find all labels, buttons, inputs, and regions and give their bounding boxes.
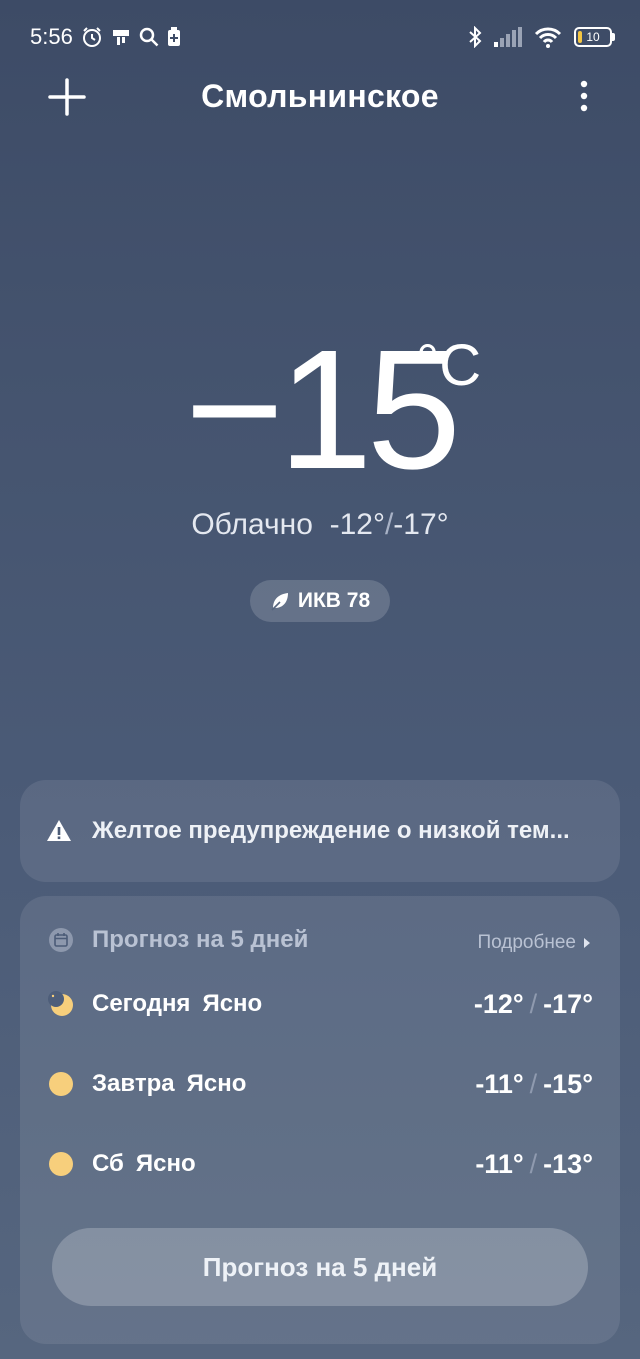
battery-saver-icon — [167, 27, 180, 46]
sun-icon — [49, 1072, 73, 1096]
wifi-icon — [534, 27, 562, 48]
forecast-day: Сб — [92, 1150, 124, 1177]
alarm-icon — [82, 27, 101, 47]
forecast-high: -12° — [473, 988, 524, 1019]
bluetooth-icon — [469, 26, 482, 48]
status-time: 5:56 — [30, 24, 73, 49]
low-temp: -17° — [393, 508, 449, 541]
forecast-row[interactable]: Сб Ясно -11° / -13° — [48, 1144, 593, 1184]
weather-alert-card[interactable]: Желтое предупреждение о низкой тем... — [20, 780, 620, 882]
forecast-high: -11° — [475, 1148, 524, 1179]
city-title: Смольнинское — [201, 78, 439, 114]
forecast-condition: Ясно — [135, 1150, 196, 1177]
forecast-condition: Ясно — [186, 1070, 247, 1097]
calendar-icon — [49, 928, 73, 952]
current-condition: Облачно -12°/-17° — [0, 508, 640, 542]
forecast-high: -11° — [475, 1068, 524, 1099]
moon-icon — [48, 991, 73, 1016]
forecast-low: -17° — [543, 988, 593, 1019]
forecast-temps: -12° / -17° — [474, 989, 593, 1020]
five-day-forecast-button[interactable]: Прогноз на 5 дней — [52, 1228, 588, 1306]
forecast-temps: -11° / -15° — [475, 1069, 593, 1100]
notification-icon — [112, 30, 129, 45]
battery-level: 10 — [586, 30, 600, 44]
forecast-card: Прогноз на 5 дней Подробнее Сегодня Ясно… — [20, 896, 620, 1344]
forecast-temps: -11° / -13° — [475, 1149, 593, 1180]
forecast-low: -13° — [543, 1148, 593, 1179]
forecast-header: Прогноз на 5 дней — [48, 926, 308, 954]
alert-text: Желтое предупреждение о низкой тем... — [92, 817, 570, 844]
forecast-row[interactable]: Завтра Ясно -11° / -15° — [48, 1064, 593, 1104]
status-bar-left: 5:56 — [30, 22, 181, 52]
more-details-link[interactable]: Подробнее — [477, 932, 592, 954]
high-temp: -12° — [329, 508, 385, 541]
forecast-condition: Ясно — [202, 990, 263, 1017]
aqi-label: ИКВ 78 — [297, 589, 371, 612]
status-bar-right: 10 — [468, 22, 615, 52]
more-options-icon[interactable] — [572, 78, 596, 118]
search-icon — [139, 27, 159, 47]
forecast-day: Сегодня — [92, 990, 191, 1017]
current-temperature-block: −15 — [0, 320, 640, 500]
leaf-icon — [271, 593, 288, 611]
forecast-row[interactable]: Сегодня Ясно -12° / -17° — [48, 984, 593, 1024]
aqi-badge[interactable]: ИКВ 78 — [250, 580, 390, 622]
forecast-title: Прогноз на 5 дней — [92, 926, 309, 953]
forecast-low: -15° — [543, 1068, 593, 1099]
condition-text: Облачно — [191, 508, 313, 541]
forecast-day: Завтра — [92, 1070, 175, 1097]
warning-icon — [47, 820, 71, 841]
temp-separator: / — [529, 1068, 538, 1099]
temperature-unit: °C — [416, 333, 482, 398]
temp-separator: / — [529, 1148, 538, 1179]
more-details-label: Подробнее — [477, 932, 576, 953]
battery-icon: 10 — [574, 27, 615, 47]
temp-separator: / — [529, 988, 538, 1019]
sun-icon — [49, 1152, 73, 1176]
caret-right-icon — [584, 938, 590, 948]
current-temperature: −15 — [184, 315, 461, 505]
signal-icon — [494, 27, 522, 47]
